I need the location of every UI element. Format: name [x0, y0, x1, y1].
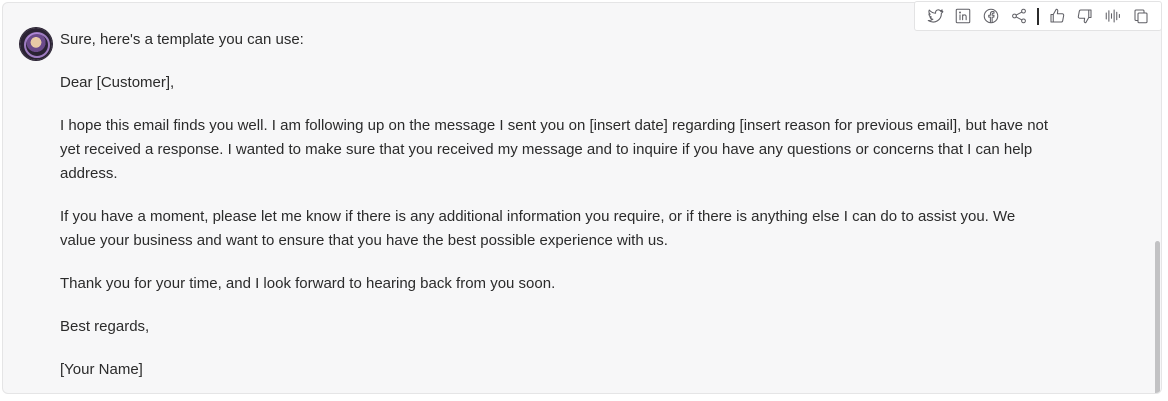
- thumbs-up-icon: [1050, 8, 1065, 23]
- copy-icon: [1134, 9, 1148, 24]
- message-intro: Sure, here's a template you can use:: [60, 31, 304, 48]
- email-body-paragraph-2: If you have a moment, please let me know…: [60, 208, 1016, 249]
- twitter-share-button[interactable]: [921, 2, 949, 30]
- linkedin-share-button[interactable]: [949, 2, 977, 30]
- scrollbar-track[interactable]: [1155, 3, 1161, 393]
- linkedin-icon: [955, 8, 971, 24]
- thumbs-down-button[interactable]: [1071, 2, 1099, 30]
- email-thanks-line: Thank you for your time, and I look forw…: [60, 275, 556, 292]
- twitter-icon: [927, 9, 944, 23]
- facebook-icon: [983, 8, 999, 24]
- scrollbar-thumb[interactable]: [1155, 241, 1160, 393]
- assistant-avatar: [20, 28, 52, 60]
- copy-button[interactable]: [1127, 2, 1155, 30]
- audio-waveform-icon: [1105, 9, 1120, 23]
- share-icon: [1012, 8, 1026, 24]
- thumbs-down-icon: [1077, 9, 1092, 24]
- thumbs-up-button[interactable]: [1043, 2, 1071, 30]
- email-closing: Best regards,: [60, 318, 150, 335]
- email-body-paragraph-1: I hope this email finds you well. I am f…: [60, 117, 1049, 182]
- toolbar-divider: [1037, 7, 1039, 25]
- message-content: Sure, here's a template you can use: Dea…: [60, 28, 1050, 382]
- assistant-message-card: Sure, here's a template you can use: Dea…: [2, 2, 1162, 394]
- share-button[interactable]: [1005, 2, 1033, 30]
- read-aloud-button[interactable]: [1099, 2, 1127, 30]
- avatar-ring-decoration: [24, 32, 50, 58]
- email-signature: [Your Name]: [60, 361, 143, 378]
- facebook-share-button[interactable]: [977, 2, 1005, 30]
- message-action-toolbar: [914, 1, 1162, 31]
- email-greeting: Dear [Customer],: [60, 74, 175, 91]
